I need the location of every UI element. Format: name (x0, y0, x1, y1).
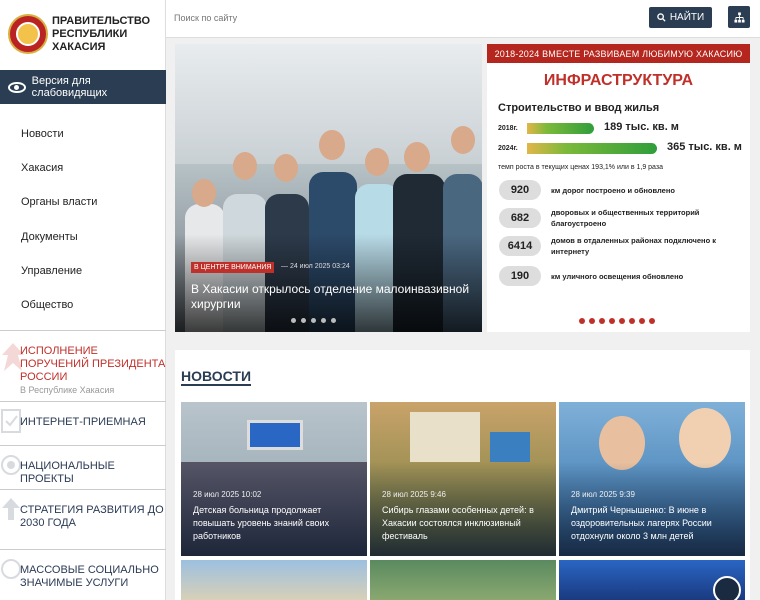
hero-pagination (291, 318, 336, 323)
stat-text: км дорог построено и обновлено (551, 186, 675, 195)
news-card-preview[interactable] (559, 560, 745, 600)
stat-text: дворовых и общественных территорий благо… (551, 208, 700, 228)
nav-item-authorities[interactable]: Органы власти (21, 196, 97, 208)
president-instructions-label: ИСПОЛНЕНИЕ ПОРУЧЕНИЙ ПРЕЗИДЕНТА РОССИИ (20, 345, 166, 383)
infographic-pagination (579, 318, 655, 324)
checklist-icon (1, 409, 21, 433)
featured-date: — 24 июл 2025 03:24 (281, 263, 350, 270)
scroll-up-icon[interactable] (713, 576, 741, 600)
infographic-pagination-dot[interactable] (589, 318, 595, 324)
low-vision-version-button[interactable]: Версия для слабовидящих (0, 70, 166, 104)
search-button-label: НАЙТИ (669, 12, 705, 23)
nav-item-society[interactable]: Общество (21, 299, 73, 311)
bar-value-2018: 189 тыс. кв. м (604, 121, 679, 133)
bar-year: 2024г. (498, 145, 518, 152)
coat-of-arms-logo[interactable] (8, 14, 48, 54)
news-card[interactable]: 28 июл 2025 9:46 Сибирь глазами особенны… (370, 402, 556, 556)
internet-reception-label: ИНТЕРНЕТ-ПРИЕМНАЯ (20, 416, 146, 428)
services-icon (1, 559, 21, 579)
stat-number: 190 (499, 266, 541, 286)
news-card-preview[interactable] (181, 560, 367, 600)
search-input[interactable] (174, 10, 374, 26)
news-heading[interactable]: НОВОСТИ (181, 368, 252, 386)
infographic-pagination-dot[interactable] (609, 318, 615, 324)
infographic-pagination-dot[interactable] (579, 318, 585, 324)
development-strategy-label: СТРАТЕГИЯ РАЗВИТИЯ ДО 2030 ГОДА (20, 504, 164, 529)
public-services-link[interactable]: МАССОВЫЕ СОЦИАЛЬНО ЗНАЧИМЫЕ УСЛУГИ (0, 549, 166, 600)
internet-reception-link[interactable]: ИНТЕРНЕТ-ПРИЕМНАЯ (0, 401, 166, 445)
infographic-title: ИНФРАСТРУКТУРА (543, 72, 694, 89)
infographic-pagination-dot[interactable] (629, 318, 635, 324)
featured-title[interactable]: В Хакасии открылось отделение малоинвази… (191, 282, 471, 312)
development-strategy-link[interactable]: СТРАТЕГИЯ РАЗВИТИЯ ДО 2030 ГОДА (0, 489, 166, 547)
hero-pagination-dot[interactable] (331, 318, 336, 323)
eye-icon (8, 81, 26, 93)
target-icon (1, 455, 21, 475)
infographic-pagination-dot[interactable] (649, 318, 655, 324)
stat-number: 682 (499, 208, 541, 228)
news-date: 28 июл 2025 9:39 (571, 490, 635, 499)
sitemap-icon (733, 11, 745, 23)
sidebar: ПРАВИТЕЛЬСТВО РЕСПУБЛИКИ ХАКАСИЯ Версия … (0, 0, 166, 600)
bar-2018 (527, 123, 594, 134)
featured-news-slide[interactable]: В ЦЕНТРЕ ВНИМАНИЯ — 24 июл 2025 03:24 В … (175, 44, 482, 332)
nav-item-management[interactable]: Управление (21, 265, 82, 277)
president-instructions-link[interactable]: ИСПОЛНЕНИЕ ПОРУЧЕНИЙ ПРЕЗИДЕНТА РОССИИ В… (0, 330, 166, 400)
news-date: 28 июл 2025 10:02 (193, 490, 262, 499)
stat-number: 920 (499, 180, 541, 200)
stat-text: км уличного освещения обновлено (551, 272, 684, 281)
news-title: Дмитрий Чернышенко: В июне в оздоровител… (571, 505, 712, 541)
public-services-label: МАССОВЫЕ СОЦИАЛЬНО ЗНАЧИМЫЕ УСЛУГИ (20, 564, 159, 589)
growth-note: темп роста в текущих ценах 193,1% или в … (498, 164, 663, 171)
hero-pagination-dot[interactable] (321, 318, 326, 323)
infographic-pagination-dot[interactable] (619, 318, 625, 324)
sitemap-button[interactable] (728, 6, 750, 28)
search-icon (657, 13, 666, 22)
president-instructions-sub: В Республике Хакасия (20, 385, 115, 395)
news-section: НОВОСТИ 28 июл 2025 10:02 Детская больни… (175, 350, 750, 600)
news-title: Детская больница продолжает повышать уро… (193, 505, 330, 541)
infographic-pagination-dot[interactable] (599, 318, 605, 324)
nav-item-khakassia[interactable]: Хакасия (21, 162, 63, 174)
infographic-banner: 2018-2024 ВМЕСТЕ РАЗВИВАЕМ ЛЮБИМУЮ ХАКАС… (487, 44, 750, 63)
stat-number: 6414 (499, 236, 541, 256)
arrow-up-icon (2, 498, 20, 520)
eagle-emblem-icon (2, 343, 24, 371)
hero-pagination-dot[interactable] (301, 318, 306, 323)
stat-text: домов в отдаленных районах подключено к … (551, 236, 716, 256)
search-button[interactable]: НАЙТИ (649, 7, 712, 28)
hero-pagination-dot[interactable] (291, 318, 296, 323)
bar-value-2024: 365 тыс. кв. м (667, 141, 742, 153)
infographic-subtitle: Строительство и ввод жилья (498, 102, 660, 114)
hero-pagination-dot[interactable] (311, 318, 316, 323)
news-card[interactable]: 28 июл 2025 10:02 Детская больница продо… (181, 402, 367, 556)
news-date: 28 июл 2025 9:46 (382, 490, 446, 499)
low-vision-label: Версия для слабовидящих (31, 75, 108, 99)
bar-2024 (527, 143, 657, 154)
national-projects-label: НАЦИОНАЛЬНЫЕ ПРОЕКТЫ (20, 460, 115, 485)
infographic-slide[interactable]: 2018-2024 ВМЕСТЕ РАЗВИВАЕМ ЛЮБИМУЮ ХАКАС… (487, 44, 750, 332)
featured-badge[interactable]: В ЦЕНТРЕ ВНИМАНИЯ (191, 262, 275, 273)
news-card-preview[interactable] (370, 560, 556, 600)
government-title[interactable]: ПРАВИТЕЛЬСТВО РЕСПУБЛИКИ ХАКАСИЯ (52, 15, 162, 54)
top-header: НАЙТИ (166, 0, 760, 38)
bar-year: 2018г. (498, 125, 518, 132)
nav-item-documents[interactable]: Документы (21, 231, 78, 243)
news-card[interactable]: 28 июл 2025 9:39 Дмитрий Чернышенко: В и… (559, 402, 745, 556)
news-title: Сибирь глазами особенных детей: в Хакаси… (382, 505, 534, 541)
nav-item-news[interactable]: Новости (21, 128, 64, 140)
infographic-pagination-dot[interactable] (639, 318, 645, 324)
national-projects-link[interactable]: НАЦИОНАЛЬНЫЕ ПРОЕКТЫ (0, 445, 166, 489)
